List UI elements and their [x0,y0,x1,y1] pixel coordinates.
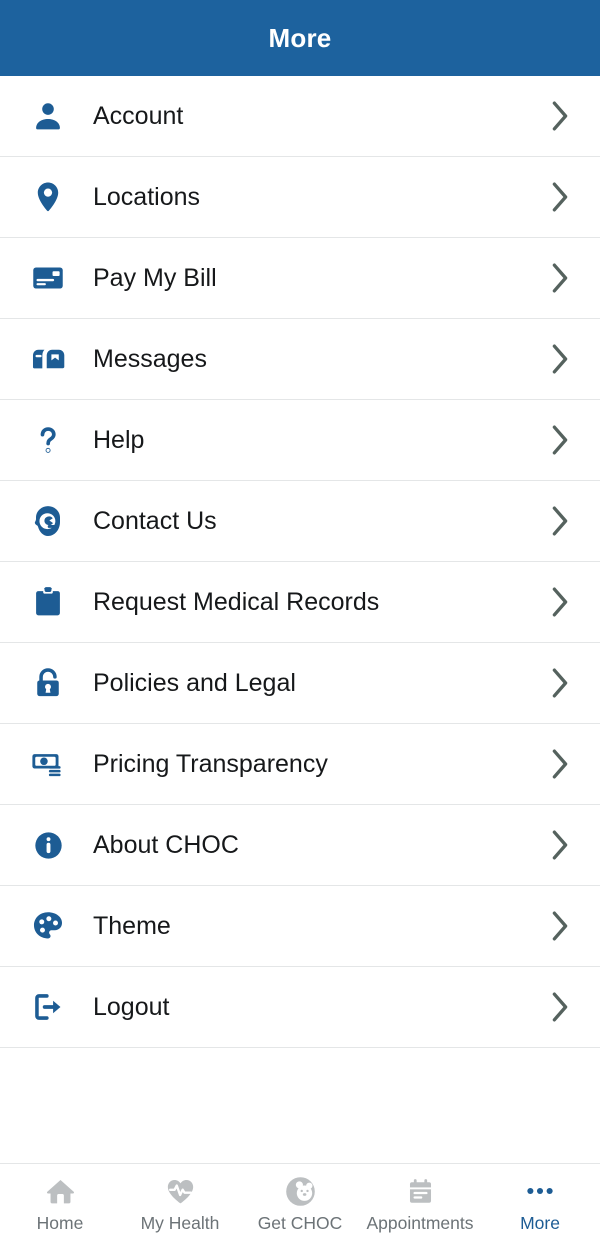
chevron-right-icon [550,343,570,375]
chevron-right-icon [550,505,570,537]
menu-item-label: Pay My Bill [93,263,217,292]
menu-item-messages[interactable]: Messages [0,319,600,400]
menu-item-label: Contact Us [93,506,217,535]
menu-item-about-choc[interactable]: About CHOC [0,805,600,886]
nav-item-label: Get CHOC [257,1213,343,1233]
chevron-right-icon [550,262,570,294]
credit-card-icon [28,258,68,298]
calendar-icon [406,1174,435,1208]
menu-item-policies-and-legal[interactable]: Policies and Legal [0,643,600,724]
money-icon [28,744,68,784]
chevron-right-icon [550,424,570,456]
menu-item-label: Pricing Transparency [93,749,328,778]
chevron-right-icon [550,991,570,1023]
menu-item-label: Logout [93,992,170,1021]
menu-item-label: Account [93,101,184,130]
menu-item-label: Locations [93,182,201,211]
chevron-right-icon [550,910,570,942]
menu-item-logout[interactable]: Logout [0,967,600,1048]
menu-item-contact-us[interactable]: Contact Us [0,481,600,562]
app-header: More [0,0,600,76]
menu-item-label: Theme [93,911,171,940]
menu-item-label: Policies and Legal [93,668,296,697]
map-pin-icon [28,177,68,217]
person-icon [28,96,68,136]
home-icon [45,1174,76,1208]
more-menu-list: Account Locations Pay My Bill Messages H… [0,76,600,1163]
page-title: More [268,22,332,53]
bear-face-icon [284,1174,317,1208]
menu-item-label: Request Medical Records [93,587,380,616]
nav-item-more[interactable]: More [480,1164,600,1233]
menu-item-label: Messages [93,344,207,373]
nav-item-label: Appointments [366,1213,474,1233]
chevron-right-icon [550,586,570,618]
menu-item-pay-my-bill[interactable]: Pay My Bill [0,238,600,319]
menu-item-label: Help [93,425,145,454]
menu-item-account[interactable]: Account [0,76,600,157]
info-circle-icon [28,825,68,865]
headset-face-icon [28,501,68,541]
more-screen: More Account Locations Pay My Bill Messa… [0,0,600,1256]
heart-pulse-icon [165,1174,196,1208]
menu-item-pricing-transparency[interactable]: Pricing Transparency [0,724,600,805]
nav-item-label: More [520,1213,560,1233]
chevron-right-icon [550,829,570,861]
menu-item-label: About CHOC [93,830,239,859]
menu-item-theme[interactable]: Theme [0,886,600,967]
menu-item-locations[interactable]: Locations [0,157,600,238]
nav-item-my-health[interactable]: My Health [120,1164,240,1233]
chevron-right-icon [550,748,570,780]
ellipsis-icon [523,1174,557,1208]
menu-item-request-medical-records[interactable]: Request Medical Records [0,562,600,643]
nav-item-label: Home [36,1213,84,1233]
logout-arrow-icon [28,987,68,1027]
menu-item-help[interactable]: Help [0,400,600,481]
nav-item-home[interactable]: Home [0,1164,120,1233]
chevron-right-icon [550,181,570,213]
bottom-navigation-bar: Home My Health Get CHOC Appointments Mor… [0,1163,600,1256]
clipboard-icon [28,582,68,622]
palette-icon [28,906,68,946]
question-mark-icon [28,420,68,460]
list-empty-space [0,1048,600,1163]
mailbox-icon [28,339,68,379]
nav-item-label: My Health [140,1213,220,1233]
padlock-icon [28,663,68,703]
nav-item-get-choc[interactable]: Get CHOC [240,1164,360,1233]
nav-item-appointments[interactable]: Appointments [360,1164,480,1233]
chevron-right-icon [550,667,570,699]
chevron-right-icon [550,100,570,132]
